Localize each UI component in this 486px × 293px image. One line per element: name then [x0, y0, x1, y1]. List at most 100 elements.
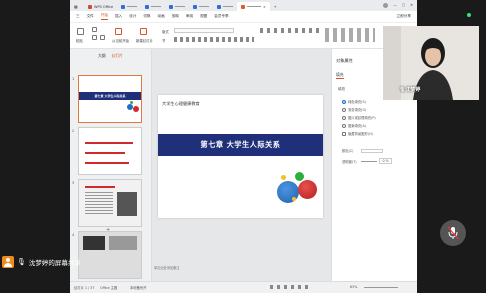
paste-icon[interactable]: [77, 28, 84, 35]
user-avatar[interactable]: [383, 3, 389, 8]
new-tab-button[interactable]: +: [269, 2, 281, 11]
ribbon-toolbar: 粘贴 从当前开始 新建幻灯片 版式 节: [70, 23, 417, 49]
tab-doc[interactable]: [117, 2, 142, 11]
menu-transition[interactable]: 切换: [143, 14, 150, 19]
title-bar: ▦ WPS Office ✕ + — ▢ ✕: [70, 0, 417, 11]
slide-number: 1: [72, 77, 75, 81]
tab-doc[interactable]: [213, 2, 238, 11]
close-icon[interactable]: ✕: [263, 5, 266, 9]
from-start-button[interactable]: 从当前开始: [112, 38, 129, 43]
webcam-video: [383, 26, 479, 100]
ppt-icon: [241, 4, 246, 9]
transparency-input[interactable]: 0 %: [379, 158, 392, 164]
minimize-icon[interactable]: —: [393, 3, 397, 8]
fill-section[interactable]: 填充: [338, 87, 345, 92]
radio-icon: [342, 99, 346, 104]
slide-counter: 幻灯片 1 / 37: [74, 286, 95, 290]
screen-share-label: 🎙 沈梦婷的屏幕共享: [2, 252, 86, 272]
add-slide-button[interactable]: +: [106, 227, 110, 233]
slide-thumbnail-3[interactable]: [78, 179, 142, 227]
window-controls: — ▢ ✕: [383, 3, 417, 8]
decor-circle-green: [295, 172, 304, 181]
zoom-slider[interactable]: [364, 287, 398, 288]
decor-circle-yellow-small: [292, 197, 296, 201]
slide-thumbnail-1[interactable]: 第七章 大学生人际关系: [78, 75, 142, 123]
slide-number: 4: [72, 233, 75, 237]
zoom-level[interactable]: 63%: [350, 285, 357, 289]
slide-thumbnail-4[interactable]: [78, 231, 142, 279]
theme-name: Office 主题: [100, 286, 118, 290]
layout-button[interactable]: 版式: [162, 29, 169, 34]
paste-button[interactable]: 粘贴: [76, 38, 83, 43]
hide-bg-option[interactable]: 隐藏背景图形(H): [342, 131, 373, 136]
person-video-feed: [383, 26, 479, 100]
mute-mic-button[interactable]: [440, 220, 466, 246]
checkbox-icon: [342, 131, 346, 136]
backup-status[interactable]: 本地备份开: [130, 285, 146, 290]
slide-canvas: 大学生心理健康教育 第七章 大学生人际关系 单击此处添加备注: [152, 49, 331, 281]
webcam-name-tag: 🎙沈梦婷: [399, 87, 421, 93]
current-slide[interactable]: 大学生心理健康教育 第七章 大学生人际关系: [158, 95, 323, 218]
slide-number: 3: [72, 181, 75, 185]
color-label: 颜色(C): [342, 148, 384, 153]
maximize-icon[interactable]: ▢: [402, 3, 405, 8]
doc-icon: [193, 4, 198, 9]
menu-insert[interactable]: 插入: [115, 14, 122, 19]
notes-placeholder[interactable]: 单击此处添加备注: [154, 265, 180, 270]
paragraph-buttons[interactable]: [260, 28, 320, 33]
gradient-fill-option[interactable]: 渐变填充(G): [342, 107, 366, 112]
share-owner-text: 沈梦婷的屏幕共享: [28, 259, 81, 267]
shape-buttons[interactable]: [325, 28, 375, 42]
radio-icon: [342, 115, 346, 120]
font-controls[interactable]: [174, 28, 234, 33]
new-slide-button[interactable]: 新建幻灯片: [136, 38, 153, 43]
transparency-row: 透明度(T) 0 %: [342, 158, 392, 164]
menu-home[interactable]: 开始: [100, 13, 108, 20]
tab-home[interactable]: ▦: [70, 2, 84, 11]
menu-member[interactable]: 会员专享: [214, 14, 228, 19]
menu-design[interactable]: 设计: [129, 14, 136, 19]
menu-view[interactable]: 视图: [200, 14, 207, 19]
pattern-fill-option[interactable]: 图案填充(A): [342, 123, 366, 128]
doc-icon: [169, 4, 174, 9]
new-slide-icon[interactable]: [140, 28, 147, 35]
menu-slideshow[interactable]: 放映: [172, 14, 179, 19]
tab-outline[interactable]: 大纲: [98, 53, 106, 59]
thumb-banner: 第七章 大学生人际关系: [79, 92, 141, 100]
copy-icon[interactable]: [92, 35, 97, 40]
tab-doc[interactable]: [165, 2, 190, 11]
tab-wps[interactable]: WPS Office: [84, 2, 118, 11]
panel-subtitle[interactable]: 填充: [336, 72, 344, 79]
picture-fill-option[interactable]: 图片或纹理填充(P): [342, 115, 376, 120]
doc-icon: [121, 4, 126, 9]
panel-tabs: 大纲 幻灯片: [70, 49, 151, 59]
panel-title: 对象属性: [336, 58, 353, 63]
tab-doc[interactable]: [189, 2, 214, 11]
menu-file[interactable]: 文件: [87, 14, 94, 19]
person-icon: [2, 256, 14, 268]
slide-title-banner: 第七章 大学生人际关系: [158, 134, 323, 156]
tab-presentation[interactable]: ✕: [237, 2, 270, 11]
grid-icon: ▦: [74, 4, 78, 9]
menu-hamburger[interactable]: 三: [76, 14, 80, 19]
color-picker[interactable]: [361, 148, 384, 153]
decor-circle-red: [298, 180, 317, 199]
play-icon[interactable]: [115, 28, 122, 35]
cut-icon[interactable]: [92, 27, 97, 32]
solid-fill-option[interactable]: 纯色填充(S): [342, 99, 366, 104]
share-now-button[interactable]: 立即分享: [397, 14, 417, 19]
format-buttons[interactable]: [174, 37, 254, 42]
transparency-slider[interactable]: [361, 160, 378, 162]
menu-review[interactable]: 审阅: [186, 14, 193, 19]
view-buttons[interactable]: [270, 285, 310, 289]
status-dot-icon: [467, 13, 471, 17]
slide-thumbnail-2[interactable]: [78, 127, 142, 175]
menu-animation[interactable]: 动画: [158, 14, 165, 19]
close-window-icon[interactable]: ✕: [410, 3, 413, 8]
tab-slides[interactable]: 幻灯片: [112, 53, 123, 59]
plus-icon: +: [273, 4, 277, 9]
mic-icon: 🎙: [17, 258, 26, 266]
tab-doc[interactable]: [141, 2, 166, 11]
section-button[interactable]: 节: [162, 38, 165, 43]
format-painter-icon[interactable]: [100, 35, 105, 40]
